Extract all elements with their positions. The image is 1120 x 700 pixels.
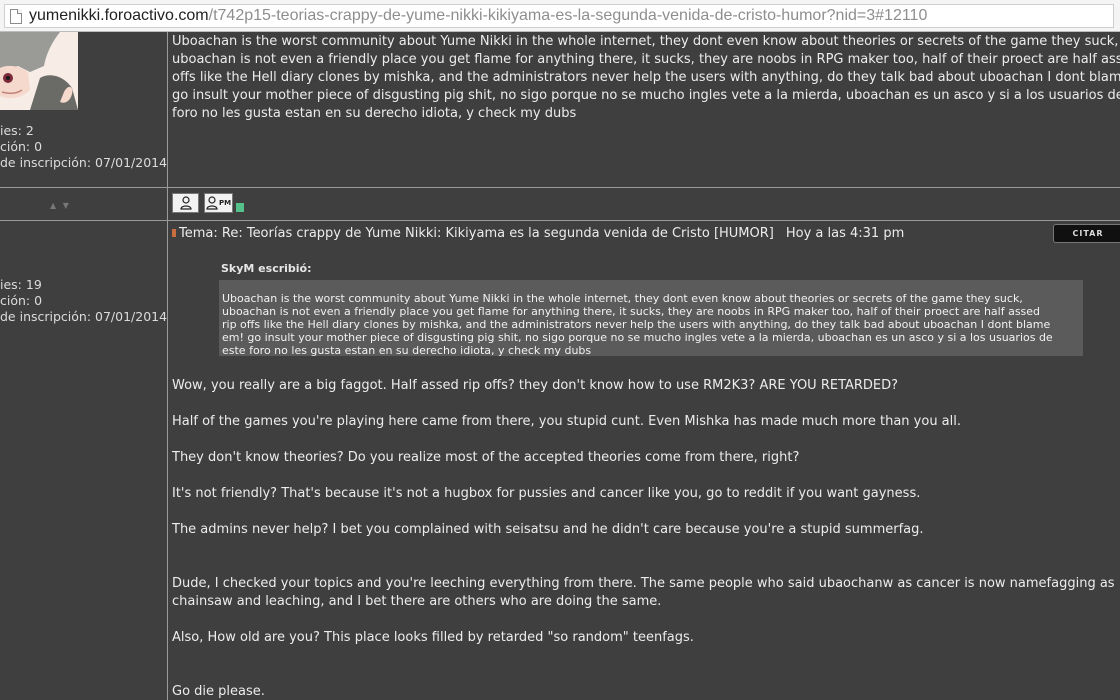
- quote-line: este foro no les gusta estan en su derec…: [222, 344, 592, 357]
- post1-line: go insult your mother piece of disgustin…: [172, 88, 1120, 103]
- post1-line: Uboachan is the worst community about Yu…: [172, 34, 1119, 49]
- post2-title-row: Tema: Re: Teorías crappy de Yume Nikki: …: [172, 226, 904, 241]
- reply-line: Go die please.: [172, 684, 265, 699]
- private-message-button[interactable]: PM: [204, 193, 233, 213]
- reply-line: Dude, I checked your topics and you're l…: [172, 576, 1115, 591]
- url-domain: yumenikki.foroactivo.com: [29, 7, 209, 24]
- post-profile-column: ies: 2 ción: 0 de inscripción: 07/01/201…: [0, 32, 168, 700]
- reply-line: It's not friendly? That's because it's n…: [172, 486, 921, 501]
- post2-title[interactable]: Tema: Re: Teorías crappy de Yume Nikki: …: [179, 226, 774, 241]
- post2-stat-messages: ies: 19: [0, 277, 42, 292]
- post2-stat-registration: de inscripción: 07/01/2014: [0, 309, 168, 324]
- profile-button[interactable]: [172, 193, 199, 213]
- post2-stat-reputation: ción: 0: [0, 293, 43, 308]
- post1-line: foro no les gusta estan en su derecho id…: [172, 106, 577, 121]
- url-text: yumenikki.foroactivo.com/t742p15-teorias…: [29, 7, 927, 25]
- post2-profile-stats: ies: 19 ción: 0 de inscripción: 07/01/20…: [0, 277, 167, 325]
- post1-body: Uboachan is the worst community about Yu…: [172, 33, 1120, 123]
- quote-author: SkyM escribió:: [221, 262, 312, 275]
- reply-line: Wow, you really are a big faggot. Half a…: [172, 378, 899, 393]
- quote-button[interactable]: CITAR: [1053, 224, 1120, 243]
- reply-line: They don't know theories? Do you realize…: [172, 450, 800, 465]
- avatar[interactable]: [0, 32, 78, 110]
- quote-line: uboachan is not even a friendly place yo…: [222, 305, 1041, 318]
- reply-line: The admins never help? I bet you complai…: [172, 522, 924, 537]
- user-icon: [206, 196, 218, 210]
- url-field[interactable]: yumenikki.foroactivo.com/t742p15-teorias…: [4, 4, 1114, 28]
- post1-stat-registration: de inscripción: 07/01/2014: [0, 155, 168, 170]
- divider: [0, 220, 1120, 221]
- post-bullet-icon: [172, 229, 176, 237]
- scroll-arrows-icon[interactable]: ▲ ▼: [50, 201, 71, 210]
- reply-line: chainsaw and leaching, and I bet there a…: [172, 594, 662, 609]
- page-icon: [10, 8, 22, 24]
- url-path: /t742p15-teorias-crappy-de-yume-nikki-ki…: [208, 7, 928, 24]
- post1-stat-reputation: ción: 0: [0, 139, 43, 154]
- quote-line: em! go insult your mother piece of disgu…: [222, 331, 1053, 344]
- post1-profile-stats: ies: 2 ción: 0 de inscripción: 07/01/201…: [0, 123, 167, 171]
- user-icon: [179, 196, 192, 210]
- post1-line: offs like the Hell diary clones by mishk…: [172, 70, 1120, 85]
- post1-stat-messages: ies: 2: [0, 123, 34, 138]
- online-status-icon: [236, 203, 244, 212]
- quote-line: Uboachan is the worst community about Yu…: [222, 292, 1023, 305]
- divider: [0, 187, 1120, 188]
- post1-line: uboachan is not even a friendly place yo…: [172, 52, 1120, 67]
- post2-date: Hoy a las 4:31 pm: [785, 226, 905, 241]
- quote-box: Uboachan is the worst community about Yu…: [219, 280, 1083, 357]
- quote-line: rip offs like the Hell diary clones by m…: [222, 318, 1051, 331]
- reply-line: Also, How old are you? This place looks …: [172, 630, 694, 645]
- reply-line: Half of the games you're playing here ca…: [172, 414, 962, 429]
- browser-address-bar[interactable]: yumenikki.foroactivo.com/t742p15-teorias…: [0, 0, 1120, 32]
- pm-label: PM: [218, 199, 232, 207]
